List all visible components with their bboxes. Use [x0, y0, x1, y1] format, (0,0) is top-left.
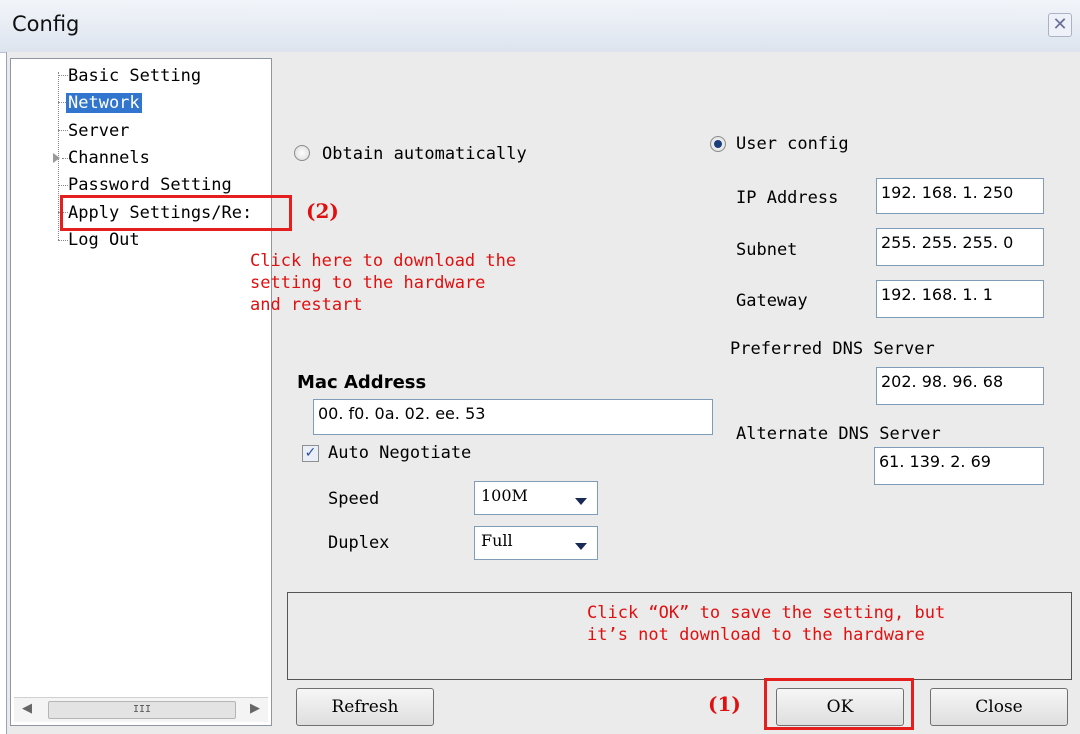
- subnet-label: Subnet: [736, 240, 798, 260]
- scroll-left-icon[interactable]: ◀: [22, 701, 32, 716]
- refresh-button[interactable]: Refresh: [296, 688, 434, 726]
- mac-address-field[interactable]: 00. f0. 0a. 02. ee. 53: [313, 399, 713, 435]
- user-config-radio[interactable]: [710, 136, 726, 152]
- tree-connector: [58, 185, 68, 186]
- gateway-field[interactable]: 192. 168. 1. 1: [876, 280, 1044, 318]
- tree-connector: [58, 130, 68, 131]
- scroll-right-icon[interactable]: ▶: [250, 701, 260, 716]
- expand-arrow-icon[interactable]: [53, 153, 60, 163]
- duplex-value: Full: [481, 531, 513, 550]
- apply-note-line: setting to the hardware: [250, 273, 486, 293]
- duplex-label: Duplex: [328, 533, 390, 553]
- speed-label: Speed: [328, 489, 380, 509]
- apply-annotation-text: Click here to download the setting to th…: [250, 250, 516, 316]
- duplex-select[interactable]: Full: [474, 526, 598, 560]
- tree-connector: [58, 240, 68, 241]
- title-bar: Config ✕: [0, 0, 1080, 53]
- obtain-automatically-radio[interactable]: [294, 145, 310, 161]
- close-icon[interactable]: ✕: [1048, 13, 1072, 37]
- tree-item-network[interactable]: Network: [66, 93, 142, 113]
- tree-item-server[interactable]: Server: [68, 121, 129, 141]
- chevron-down-icon: [575, 498, 587, 505]
- subnet-field[interactable]: 255. 255. 255. 0: [876, 228, 1044, 266]
- mac-address-label: Mac Address: [297, 372, 427, 393]
- ok-note-line: Click “OK” to save the setting, but: [587, 603, 946, 623]
- tree-horizontal-scrollbar[interactable]: ◀ III ▶: [14, 697, 268, 722]
- chevron-down-icon: [575, 543, 587, 550]
- alternate-dns-field[interactable]: 61. 139. 2. 69: [874, 447, 1044, 485]
- window-title: Config: [12, 12, 80, 36]
- alternate-dns-label: Alternate DNS Server: [736, 424, 941, 444]
- tree-item-password-setting[interactable]: Password Setting: [68, 175, 232, 195]
- obtain-automatically-label: Obtain automatically: [322, 144, 527, 164]
- speed-value: 100M: [481, 486, 528, 505]
- speed-select[interactable]: 100M: [474, 481, 598, 515]
- apply-note-line: Click here to download the: [250, 251, 517, 271]
- apply-note-line: and restart: [250, 295, 363, 315]
- scrollbar-thumb[interactable]: III: [48, 701, 236, 719]
- ip-address-field[interactable]: 192. 168. 1. 250: [876, 178, 1044, 214]
- close-button[interactable]: Close: [930, 688, 1068, 726]
- apply-step-marker: (2): [306, 199, 339, 223]
- ok-note-line: it’s not download to the hardware: [587, 625, 925, 645]
- tree-connector: [58, 75, 68, 76]
- preferred-dns-label: Preferred DNS Server: [730, 339, 935, 359]
- tree-item-log-out[interactable]: Log Out: [68, 230, 140, 250]
- ip-address-label: IP Address: [736, 188, 839, 208]
- ok-button[interactable]: OK: [776, 688, 904, 726]
- ok-step-marker: (1): [708, 692, 741, 716]
- gateway-label: Gateway: [736, 291, 808, 311]
- preferred-dns-field[interactable]: 202. 98. 96. 68: [876, 367, 1044, 405]
- user-config-label: User config: [736, 134, 849, 154]
- ok-annotation-text: Click “OK” to save the setting, but it’s…: [587, 602, 945, 646]
- auto-negotiate-label: Auto Negotiate: [328, 443, 472, 463]
- auto-negotiate-checkbox[interactable]: ✓: [302, 445, 319, 462]
- tree-item-basic-setting[interactable]: Basic Setting: [68, 66, 201, 86]
- tree-item-channels[interactable]: Channels: [68, 148, 150, 168]
- apply-settings-highlight: [60, 195, 292, 231]
